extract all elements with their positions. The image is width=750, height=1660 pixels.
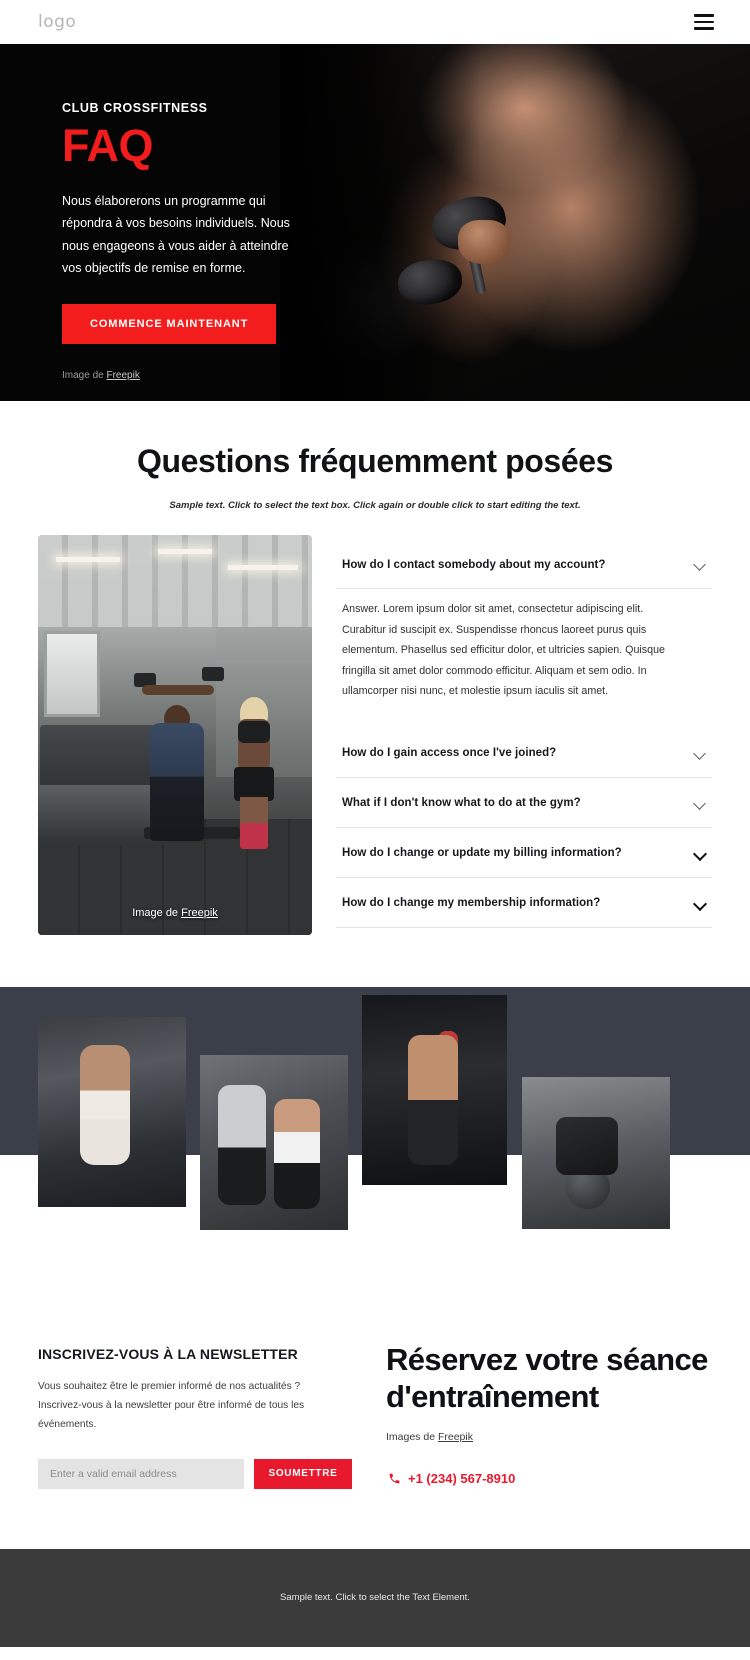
faq-question-0: How do I contact somebody about my accou… bbox=[342, 558, 606, 571]
faq-body: Image de Freepik How do I contact somebo… bbox=[0, 511, 750, 935]
booking-credit-prefix: Images de bbox=[386, 1431, 438, 1444]
faq-subtitle[interactable]: Sample text. Click to select the text bo… bbox=[0, 500, 750, 511]
faq-credit-link[interactable]: Freepik bbox=[181, 907, 218, 919]
faq-gym-photo: Image de Freepik bbox=[38, 535, 312, 935]
booking-column: Réservez votre séance d'entraînement Ima… bbox=[376, 1342, 712, 1486]
faq-item-header-1[interactable]: How do I gain access once I've joined? bbox=[336, 728, 712, 777]
chevron-down-icon[interactable] bbox=[693, 896, 708, 911]
photo-lamp bbox=[228, 565, 298, 570]
faq-item: How do I contact somebody about my accou… bbox=[336, 539, 712, 589]
hero-content: CLUB CROSSFITNESS FAQ Nous élaborerons u… bbox=[0, 44, 300, 381]
email-input[interactable] bbox=[38, 1458, 244, 1489]
faq-title: Questions fréquemment posées bbox=[136, 443, 614, 479]
chevron-down-icon[interactable] bbox=[693, 746, 708, 761]
hero-credit-link[interactable]: Freepik bbox=[106, 370, 139, 381]
site-footer: Sample text. Click to select the Text El… bbox=[0, 1548, 750, 1647]
photo-woman bbox=[232, 697, 276, 849]
newsletter-heading: INSCRIVEZ-VOUS À LA NEWSLETTER bbox=[38, 1346, 298, 1362]
faq-item: How do I change my membership informatio… bbox=[336, 878, 712, 928]
hero-background-image bbox=[280, 44, 750, 401]
photo-lamp bbox=[56, 557, 120, 562]
faq-section: Questions fréquemment posées Sample text… bbox=[0, 401, 750, 987]
submit-button[interactable]: SOUMETTRE bbox=[254, 1458, 352, 1489]
photo-dumbbell-right bbox=[202, 667, 224, 681]
photo-man-arms bbox=[142, 685, 214, 695]
faq-item-header-3[interactable]: How do I change or update my billing inf… bbox=[336, 828, 712, 877]
faq-accordion: How do I contact somebody about my accou… bbox=[336, 535, 712, 928]
hero-credit-prefix: Image de bbox=[62, 370, 107, 381]
booking-credit-link[interactable]: Freepik bbox=[438, 1431, 473, 1443]
gallery-section bbox=[0, 987, 750, 1297]
newsletter-form: SOUMETTRE bbox=[38, 1458, 358, 1489]
faq-item-header-2[interactable]: What if I don't know what to do at the g… bbox=[336, 778, 712, 827]
photo-lamp bbox=[158, 549, 212, 554]
faq-question-1: How do I gain access once I've joined? bbox=[342, 747, 557, 760]
faq-item-header-0[interactable]: How do I contact somebody about my accou… bbox=[336, 539, 712, 588]
hand-grip bbox=[458, 220, 510, 264]
chevron-down-icon[interactable] bbox=[693, 846, 708, 861]
booking-heading: Réservez votre séance d'entraînement bbox=[386, 1342, 708, 1414]
faq-question-3: How do I change or update my billing inf… bbox=[342, 847, 622, 860]
hamburger-menu-icon[interactable] bbox=[694, 14, 714, 30]
photo-woman-socks bbox=[240, 823, 268, 849]
hero-image-credit: Image de Freepik bbox=[62, 370, 300, 381]
faq-credit-prefix: Image de bbox=[132, 907, 182, 919]
burger-line bbox=[694, 14, 714, 17]
gallery-image-4 bbox=[522, 1077, 670, 1229]
newsletter-section: INSCRIVEZ-VOUS À LA NEWSLETTER Vous souh… bbox=[0, 1297, 750, 1549]
faq-question-2: What if I don't know what to do at the g… bbox=[342, 797, 581, 810]
gallery-image-1 bbox=[38, 1017, 186, 1207]
phone-number: +1 (234) 567-8910 bbox=[408, 1471, 516, 1487]
dumbbell-plate-bottom bbox=[395, 255, 465, 309]
gallery-image-3 bbox=[362, 995, 507, 1185]
faq-item: How do I gain access once I've joined? bbox=[336, 728, 712, 778]
chevron-down-icon[interactable] bbox=[693, 557, 708, 572]
start-now-button[interactable]: COMMENCE MAINTENANT bbox=[62, 304, 277, 344]
photo-window bbox=[44, 631, 100, 717]
photo-woman-skirt bbox=[234, 767, 274, 801]
site-header: logo bbox=[0, 0, 750, 44]
booking-image-credit: Images de Freepik bbox=[386, 1431, 712, 1443]
faq-item-header-4[interactable]: How do I change my membership informatio… bbox=[336, 878, 712, 927]
chevron-down-icon[interactable] bbox=[693, 796, 708, 811]
faq-item: What if I don't know what to do at the g… bbox=[336, 778, 712, 828]
faq-photo-credit: Image de Freepik bbox=[38, 907, 312, 919]
footer-text[interactable]: Sample text. Click to select the Text El… bbox=[280, 1592, 470, 1603]
hero-section: CLUB CROSSFITNESS FAQ Nous élaborerons u… bbox=[0, 44, 750, 401]
newsletter-column: INSCRIVEZ-VOUS À LA NEWSLETTER Vous souh… bbox=[38, 1342, 358, 1489]
burger-line bbox=[694, 20, 714, 24]
phone-icon bbox=[388, 1472, 401, 1485]
gallery-image-2 bbox=[200, 1055, 348, 1230]
hero-title: FAQ bbox=[62, 120, 154, 171]
photo-woman-top bbox=[238, 721, 270, 743]
newsletter-paragraph: Vous souhaitez être le premier informé d… bbox=[38, 1381, 305, 1430]
faq-item: How do I change or update my billing inf… bbox=[336, 828, 712, 878]
hero-eyebrow: CLUB CROSSFITNESS bbox=[62, 101, 208, 115]
photo-man-body bbox=[150, 723, 204, 841]
burger-line bbox=[694, 27, 714, 30]
phone-link[interactable]: +1 (234) 567-8910 bbox=[386, 1471, 712, 1486]
hero-description: Nous élaborerons un programme qui répond… bbox=[62, 194, 290, 275]
site-logo[interactable]: logo bbox=[38, 12, 76, 32]
faq-answer-0: Answer. Lorem ipsum dolor sit amet, cons… bbox=[342, 603, 665, 698]
faq-question-4: How do I change my membership informatio… bbox=[342, 897, 601, 910]
